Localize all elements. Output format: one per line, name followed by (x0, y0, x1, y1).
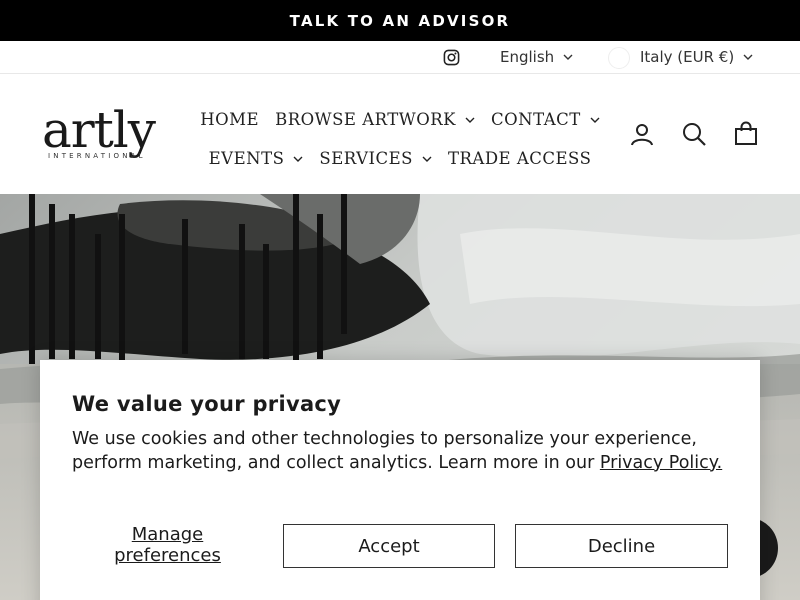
nav-item-browse-artwork[interactable]: BROWSE ARTWORK (275, 110, 475, 129)
main-navigation: HOME BROWSE ARTWORK CONTACT EVENTS SERVI… (200, 100, 600, 178)
nav-row-secondary: EVENTS SERVICES TRADE ACCESS (200, 139, 600, 178)
country-selector[interactable]: Italy (EUR €) (640, 48, 753, 66)
nav-label: CONTACT (491, 110, 581, 129)
nav-label: SERVICES (319, 149, 413, 168)
chevron-down-icon (293, 156, 303, 162)
country-flag-icon (608, 47, 630, 69)
instagram-icon[interactable] (443, 49, 460, 66)
account-icon[interactable] (629, 121, 655, 147)
nav-label: TRADE ACCESS (447, 149, 592, 168)
chevron-down-icon (465, 117, 475, 123)
announcement-bar: TALK TO AN ADVISOR (0, 0, 800, 41)
nav-item-contact[interactable]: CONTACT (491, 110, 600, 129)
nav-item-home[interactable]: HOME (200, 110, 259, 129)
brand-logo[interactable]: artly INTERNATIONAL (42, 101, 160, 163)
chevron-down-icon (590, 117, 600, 123)
chevron-down-icon (422, 156, 432, 162)
manage-preferences-link[interactable]: Manage preferences (100, 524, 235, 566)
nav-row-primary: HOME BROWSE ARTWORK CONTACT (200, 100, 600, 139)
announcement-link[interactable]: TALK TO AN ADVISOR (290, 12, 511, 30)
accept-button[interactable]: Accept (283, 524, 495, 568)
language-selector[interactable]: English (500, 48, 573, 66)
privacy-policy-link[interactable]: Privacy Policy. (600, 453, 722, 473)
logo-tagline: INTERNATIONAL (48, 152, 146, 160)
nav-label: BROWSE ARTWORK (275, 110, 457, 129)
country-label: Italy (EUR €) (640, 48, 735, 66)
nav-item-services[interactable]: SERVICES (319, 149, 432, 168)
nav-label: EVENTS (208, 149, 285, 168)
cookie-consent-banner: We value your privacy We use cookies and… (40, 360, 760, 600)
search-icon[interactable] (681, 121, 707, 147)
nav-item-trade-access[interactable]: TRADE ACCESS (448, 149, 591, 168)
utility-bar: English Italy (EUR €) (0, 41, 800, 74)
logo-wordmark: artly (42, 101, 156, 159)
nav-item-events[interactable]: EVENTS (209, 149, 304, 168)
nav-label: HOME (200, 110, 260, 129)
cart-icon[interactable] (733, 121, 759, 147)
cookie-message: We use cookies and other technologies to… (72, 428, 732, 475)
language-label: English (500, 48, 555, 66)
decline-button[interactable]: Decline (515, 524, 728, 568)
cookie-title: We value your privacy (72, 392, 342, 416)
chevron-down-icon (743, 54, 753, 60)
site-header: artly INTERNATIONAL HOME BROWSE ARTWORK … (0, 74, 800, 194)
chevron-down-icon (563, 54, 573, 60)
